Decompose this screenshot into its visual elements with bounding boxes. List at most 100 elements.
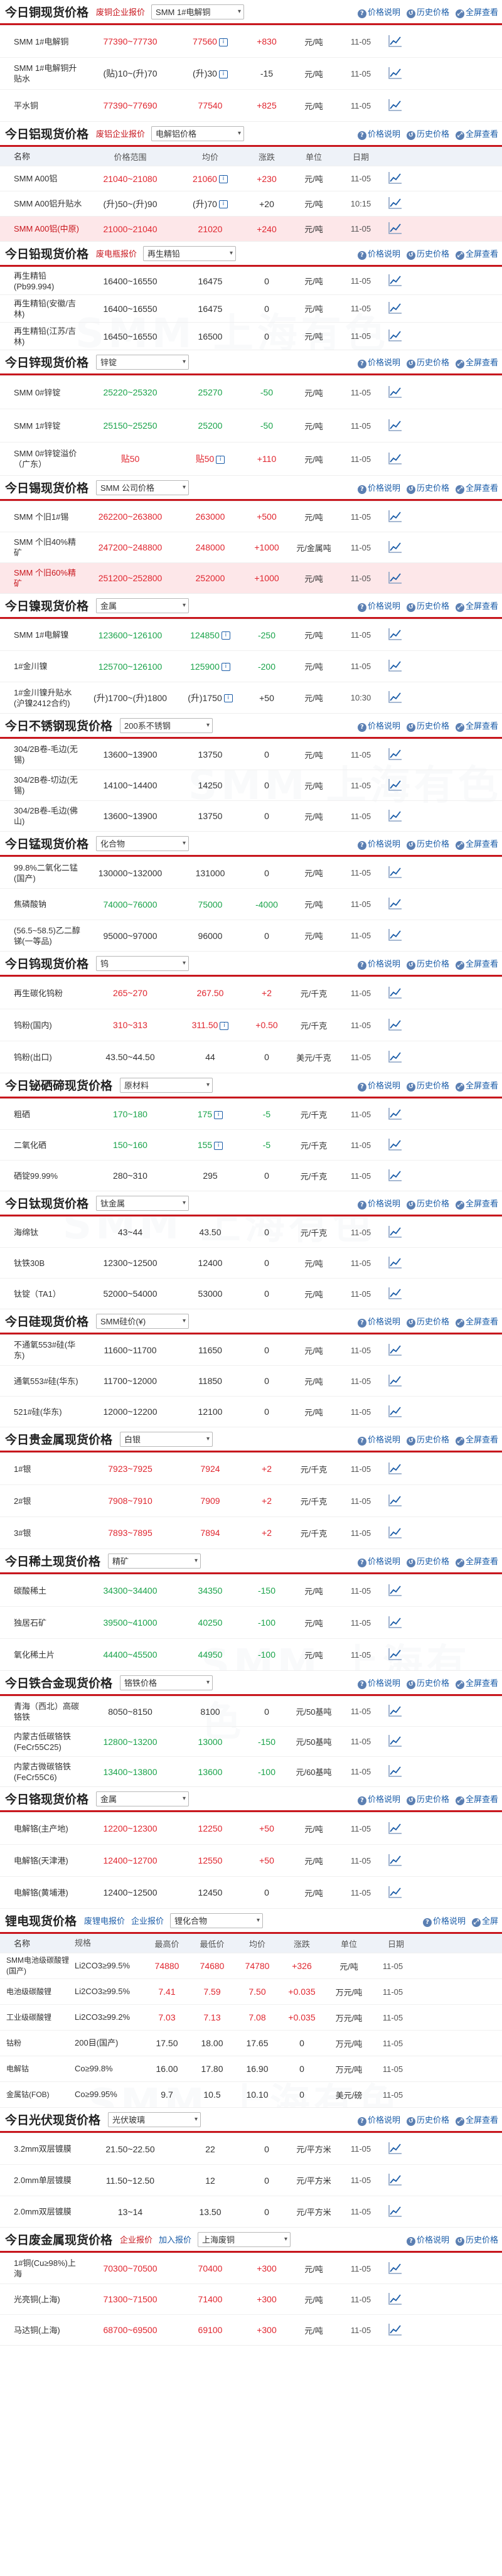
quote-link[interactable]: 加入报价 — [159, 2233, 191, 2245]
trend-chart-icon[interactable] — [383, 1821, 408, 1837]
price-row[interactable]: 电解铬(主产地) 12200~12300 12250 +50 元/吨 11-05 — [0, 1812, 502, 1844]
history-price-link[interactable]: ↺ 历史价格 — [406, 2113, 449, 2126]
price-row[interactable]: 光亮铜(上海) 71300~71500 71400 +300 元/吨 11-05 — [0, 2284, 502, 2314]
price-row[interactable]: SMM A00铝 21040~21080 21060 i +230 元/吨 11-05 — [0, 166, 502, 191]
trend-chart-icon[interactable] — [383, 301, 408, 316]
info-icon[interactable]: i — [214, 1141, 223, 1150]
category-select[interactable]: 精矿 ▾ — [108, 1553, 201, 1569]
price-row[interactable]: 电解铬(天津港) 12400~12700 12550 +50 元/吨 11-05 — [0, 1844, 502, 1876]
info-icon[interactable]: i — [221, 663, 230, 672]
trend-chart-icon[interactable] — [383, 1137, 408, 1153]
price-info-link[interactable]: ? 价格说明 — [357, 481, 400, 494]
fullscreen-link[interactable]: ⤢ 全屏查看 — [455, 6, 498, 18]
history-price-link[interactable]: ↺ 历史价格 — [406, 1197, 449, 1210]
fullscreen-link[interactable]: ⤢ 全屏查看 — [455, 1555, 498, 1567]
category-select[interactable]: 铬铁价格 ▾ — [120, 1675, 213, 1690]
price-row[interactable]: 3#银 7893~7895 7894 +2 元/千克 11-05 — [0, 1516, 502, 1548]
price-row[interactable]: 马达铜(上海) 68700~69500 69100 +300 元/吨 11-05 — [0, 2314, 502, 2345]
fullscreen-link[interactable]: ⤢ 全屏查看 — [455, 481, 498, 494]
price-row[interactable]: 工业级碳酸锂 Li2CO3≥99.2% 7.03 7.13 7.08 +0.035 万元/吨… — [0, 2004, 502, 2030]
trend-chart-icon[interactable] — [383, 1017, 408, 1033]
price-row[interactable]: 2.0mm单层镀膜 11.50~12.50 12 0 元/平方米 11-05 — [0, 2164, 502, 2196]
category-select[interactable]: 原材料 ▾ — [120, 1077, 213, 1093]
trend-chart-icon[interactable] — [383, 1647, 408, 1663]
history-price-link[interactable]: ↺ 历史价格 — [455, 2233, 498, 2246]
trend-chart-icon[interactable] — [383, 1461, 408, 1477]
history-price-link[interactable]: ↺ 历史价格 — [406, 1433, 449, 1446]
price-row[interactable]: SMM A00铝(中原) 21000~21040 21020 +240 元/吨 11-05 — [0, 216, 502, 241]
price-row[interactable]: 电池级碳酸锂 Li2CO3≥99.5% 7.41 7.59 7.50 +0.035 万元/吨… — [0, 1978, 502, 2004]
fullscreen-link[interactable]: ⤢ 全屏查看 — [455, 1433, 498, 1446]
trend-chart-icon[interactable] — [383, 690, 408, 706]
quote-link[interactable]: 企业报价 — [131, 1914, 164, 1926]
price-info-link[interactable]: ? 价格说明 — [357, 1079, 400, 1092]
quote-link[interactable]: 企业报价 — [120, 2233, 152, 2245]
trend-chart-icon[interactable] — [383, 171, 408, 186]
trend-chart-icon[interactable] — [383, 418, 408, 434]
price-row[interactable]: SMM 个旧60%精矿 251200~252800 252000 +1000 元/吨 11… — [0, 562, 502, 593]
info-icon[interactable]: i — [223, 694, 233, 703]
history-price-link[interactable]: ↺ 历史价格 — [406, 599, 449, 612]
trend-chart-icon[interactable] — [383, 66, 408, 82]
category-select[interactable]: 电解铝价格 ▾ — [151, 126, 245, 141]
trend-chart-icon[interactable] — [383, 221, 408, 237]
category-select[interactable]: 上海废铜 ▾ — [198, 2231, 291, 2247]
price-info-link[interactable]: ? 价格说明 — [357, 356, 400, 368]
trend-chart-icon[interactable] — [383, 328, 408, 344]
history-price-link[interactable]: ↺ 历史价格 — [406, 356, 449, 368]
price-row[interactable]: 2.0mm双层镀膜 13~14 13.50 0 元/平方米 11-05 — [0, 2196, 502, 2227]
trend-chart-icon[interactable] — [383, 1373, 408, 1389]
trend-chart-icon[interactable] — [383, 1734, 408, 1749]
history-price-link[interactable]: ↺ 历史价格 — [406, 1793, 449, 1805]
history-price-link[interactable]: ↺ 历史价格 — [406, 127, 449, 140]
price-row[interactable]: 钛铁30B 12300~12500 12400 0 元/吨 11-05 — [0, 1247, 502, 1278]
history-price-link[interactable]: ↺ 历史价格 — [406, 837, 449, 850]
price-row[interactable]: 再生精铅(Pb99.994) 16400~16550 16475 0 元/吨 11-05 — [0, 267, 502, 294]
history-price-link[interactable]: ↺ 历史价格 — [406, 957, 449, 970]
quote-link[interactable]: 废锂电报价 — [84, 1914, 125, 1926]
price-row[interactable]: 99.8%二氧化二锰(国产) 130000~132000 131000 0 元/吨 11-… — [0, 857, 502, 888]
price-info-link[interactable]: ? 价格说明 — [357, 1793, 400, 1805]
category-select[interactable]: 金属 ▾ — [96, 598, 190, 613]
fullscreen-link[interactable]: ⤢ 全屏查看 — [455, 1793, 498, 1805]
trend-chart-icon[interactable] — [383, 1764, 408, 1779]
price-row[interactable]: 304/2B卷-毛边(无锡) 13600~13900 13750 0 元/吨 11-05 — [0, 739, 502, 770]
trend-chart-icon[interactable] — [383, 451, 408, 467]
category-select[interactable]: 钨 ▾ — [96, 955, 190, 971]
price-info-link[interactable]: ? 价格说明 — [357, 127, 400, 140]
history-price-link[interactable]: ↺ 历史价格 — [406, 1079, 449, 1092]
trend-chart-icon[interactable] — [383, 1049, 408, 1065]
category-select[interactable]: SMM 公司价格 ▾ — [96, 480, 190, 495]
trend-chart-icon[interactable] — [383, 1225, 408, 1240]
price-row[interactable]: 1#银 7923~7925 7924 +2 元/千克 11-05 — [0, 1452, 502, 1484]
trend-chart-icon[interactable] — [383, 1255, 408, 1271]
fullscreen-link[interactable]: ⤢ 全屏查看 — [455, 1677, 498, 1689]
price-row[interactable]: SMM A00铝升贴水 (升)50~(升)90 (升)70 i +20 元/吨 10:15 — [0, 191, 502, 216]
trend-chart-icon[interactable] — [383, 571, 408, 586]
category-select[interactable]: SMM硅价(¥) ▾ — [96, 1313, 190, 1329]
fullscreen-link[interactable]: ⤢ 全屏查看 — [455, 356, 498, 368]
fullscreen-link[interactable]: ⤢ 全屏查看 — [455, 127, 498, 140]
price-row[interactable]: 内蒙古微碳铬铁(FeCr55C6) 13400~13800 13600 -100 元/6… — [0, 1756, 502, 1786]
trend-chart-icon[interactable] — [383, 2172, 408, 2188]
fullscreen-link[interactable]: ⤢ 全屏 — [471, 1914, 498, 1927]
history-price-link[interactable]: ↺ 历史价格 — [406, 1677, 449, 1689]
price-info-link[interactable]: ? 价格说明 — [357, 1433, 400, 1446]
price-row[interactable]: 金属钴(FOB) Co≥99.95% 9.7 10.5 10.10 0 美元/磅 11-05 — [0, 2081, 502, 2107]
history-price-link[interactable]: ↺ 历史价格 — [406, 6, 449, 18]
price-row[interactable]: SMM 1#电解铜升贴水 (贴)10~(升)70 (升)30 i -15 元/吨 11-05 — [0, 57, 502, 89]
category-select[interactable]: 200系不锈钢 ▾ — [120, 717, 213, 733]
fullscreen-link[interactable]: ⤢ 全屏查看 — [455, 599, 498, 612]
history-price-link[interactable]: ↺ 历史价格 — [406, 1315, 449, 1328]
price-row[interactable]: 平水铜 77390~77690 77540 +825 元/吨 11-05 — [0, 89, 502, 121]
info-icon[interactable]: i — [218, 200, 228, 209]
trend-chart-icon[interactable] — [383, 808, 408, 824]
category-select[interactable]: 白银 ▾ — [120, 1431, 213, 1447]
info-icon[interactable]: i — [216, 455, 225, 464]
price-row[interactable]: 1#金川镍升贴水(沪镍2412合约) (升)1700~(升)1800 (升)1750… — [0, 682, 502, 713]
fullscreen-link[interactable]: ⤢ 全屏查看 — [455, 719, 498, 732]
trend-chart-icon[interactable] — [383, 2261, 408, 2277]
category-select[interactable]: 再生精铅 ▾ — [143, 245, 237, 261]
price-info-link[interactable]: ? 价格说明 — [422, 1914, 466, 1927]
price-row[interactable]: 内蒙古低碳铬铁(FeCr55C25) 12800~13200 13000 -150 元/… — [0, 1726, 502, 1756]
